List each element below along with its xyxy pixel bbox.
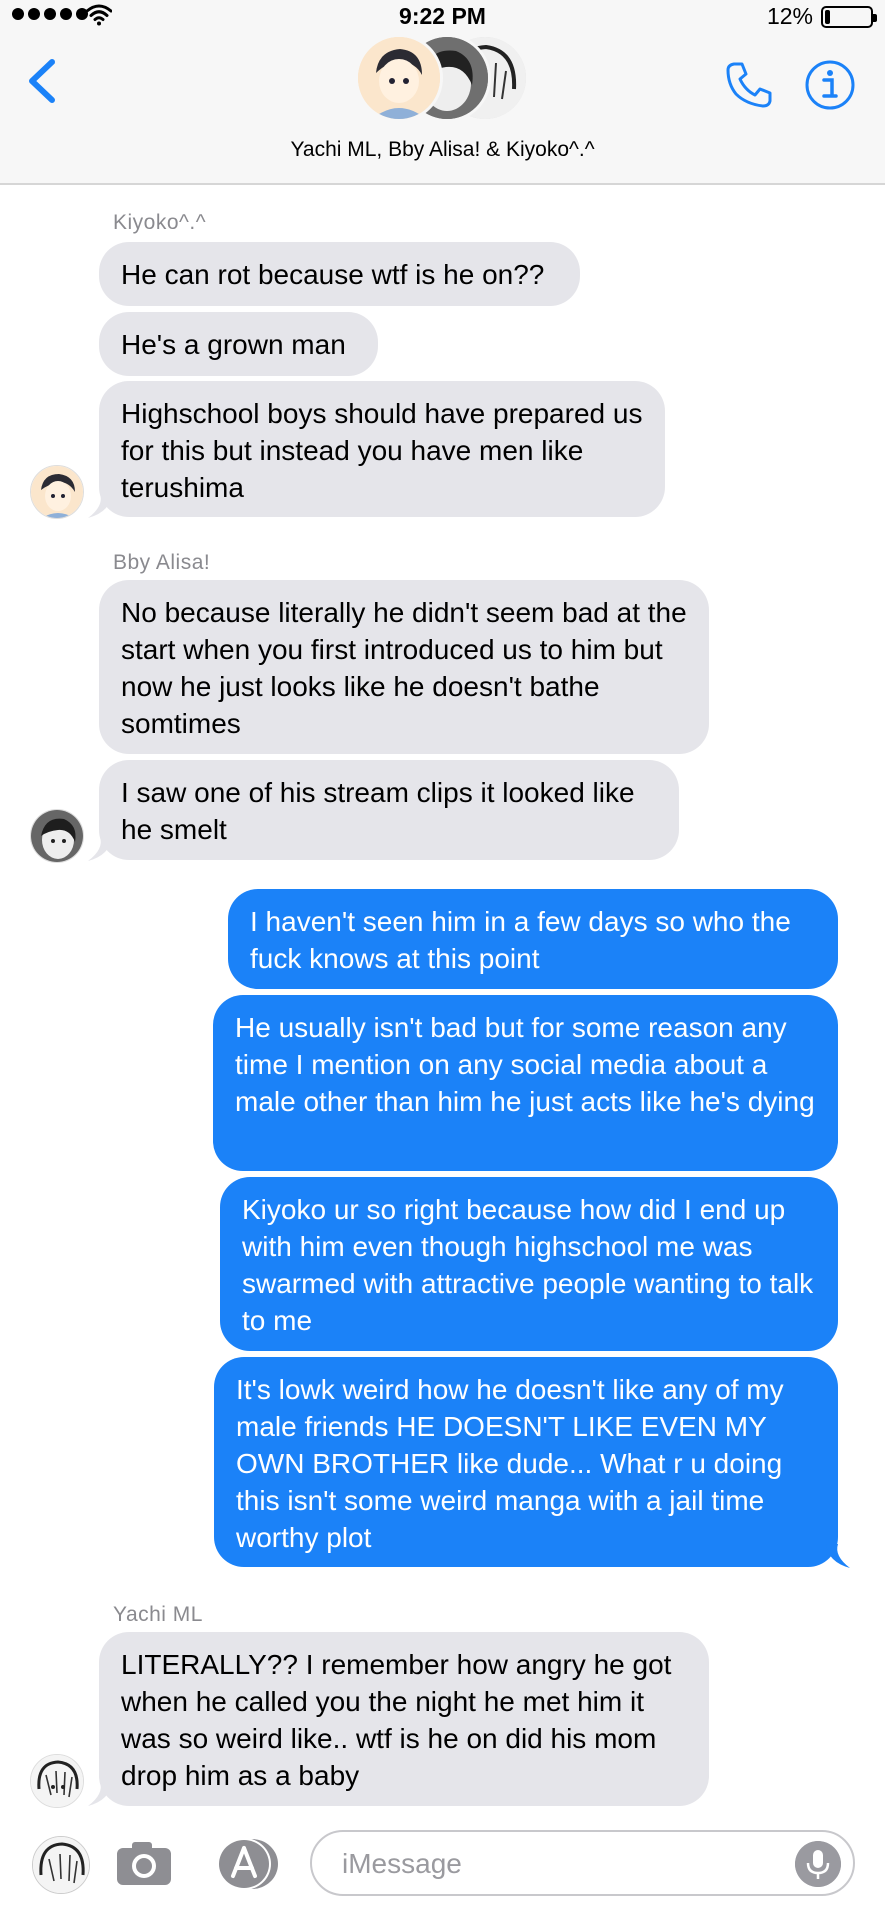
message-input-bar: iMessage [0, 1826, 885, 1920]
bubble-tail [88, 837, 112, 861]
bubble-tail [826, 1544, 850, 1568]
sender-name: Bby Alisa! [113, 551, 211, 574]
message-bubble-incoming[interactable]: LITERALLY?? I remember how angry he got … [99, 1632, 709, 1806]
avatar-yachi[interactable] [30, 1754, 84, 1808]
phone-icon[interactable] [722, 58, 776, 112]
bubble-tail [88, 494, 112, 518]
group-avatars[interactable] [355, 34, 530, 124]
status-bar: 9:22 PM 12% [0, 0, 885, 34]
avatar-alisa[interactable] [30, 809, 84, 863]
sender-name: Yachi ML [113, 1603, 203, 1626]
info-icon[interactable] [803, 58, 857, 112]
bubble-tail [88, 1782, 112, 1806]
microphone-icon[interactable] [795, 1841, 841, 1887]
message-bubble-outgoing[interactable]: Kiyoko ur so right because how did I end… [220, 1177, 838, 1351]
message-bubble-outgoing[interactable]: I haven't seen him in a few days so who … [228, 889, 838, 989]
status-time: 9:22 PM [399, 3, 486, 29]
message-bubble-outgoing[interactable]: It's lowk weird how he doesn't like any … [214, 1357, 838, 1567]
message-bubble-incoming[interactable]: He can rot because wtf is he on?? [99, 242, 580, 306]
back-chevron-icon[interactable] [22, 56, 62, 106]
my-avatar[interactable] [32, 1836, 90, 1894]
input-placeholder: iMessage [342, 1848, 462, 1879]
message-bubble-outgoing[interactable]: He usually isn't bad but for some reason… [213, 995, 838, 1171]
camera-icon[interactable] [114, 1838, 174, 1888]
message-bubble-incoming[interactable]: He's a grown man [99, 312, 378, 376]
message-bubble-incoming[interactable]: No because literally he didn't seem bad … [99, 580, 709, 754]
sender-name: Kiyoko^.^ [113, 211, 207, 234]
battery-percent: 12% [766, 3, 813, 29]
battery-icon [821, 6, 877, 28]
conversation-title[interactable]: Yachi ML, Bby Alisa! & Kiyoko^.^ [0, 138, 885, 162]
message-bubble-incoming[interactable]: I saw one of his stream clips it looked … [99, 760, 679, 860]
avatar-kiyoko[interactable] [30, 465, 84, 519]
imessage-input[interactable]: iMessage [310, 1830, 855, 1896]
message-bubble-incoming[interactable]: Highschool boys should have prepared us … [99, 381, 665, 517]
app-store-icon[interactable] [212, 1836, 280, 1892]
conversation-header: 9:22 PM 12% Yachi ML, Bby Alisa! & Kiyok… [0, 0, 885, 185]
group-avatar-yachi [355, 34, 443, 122]
